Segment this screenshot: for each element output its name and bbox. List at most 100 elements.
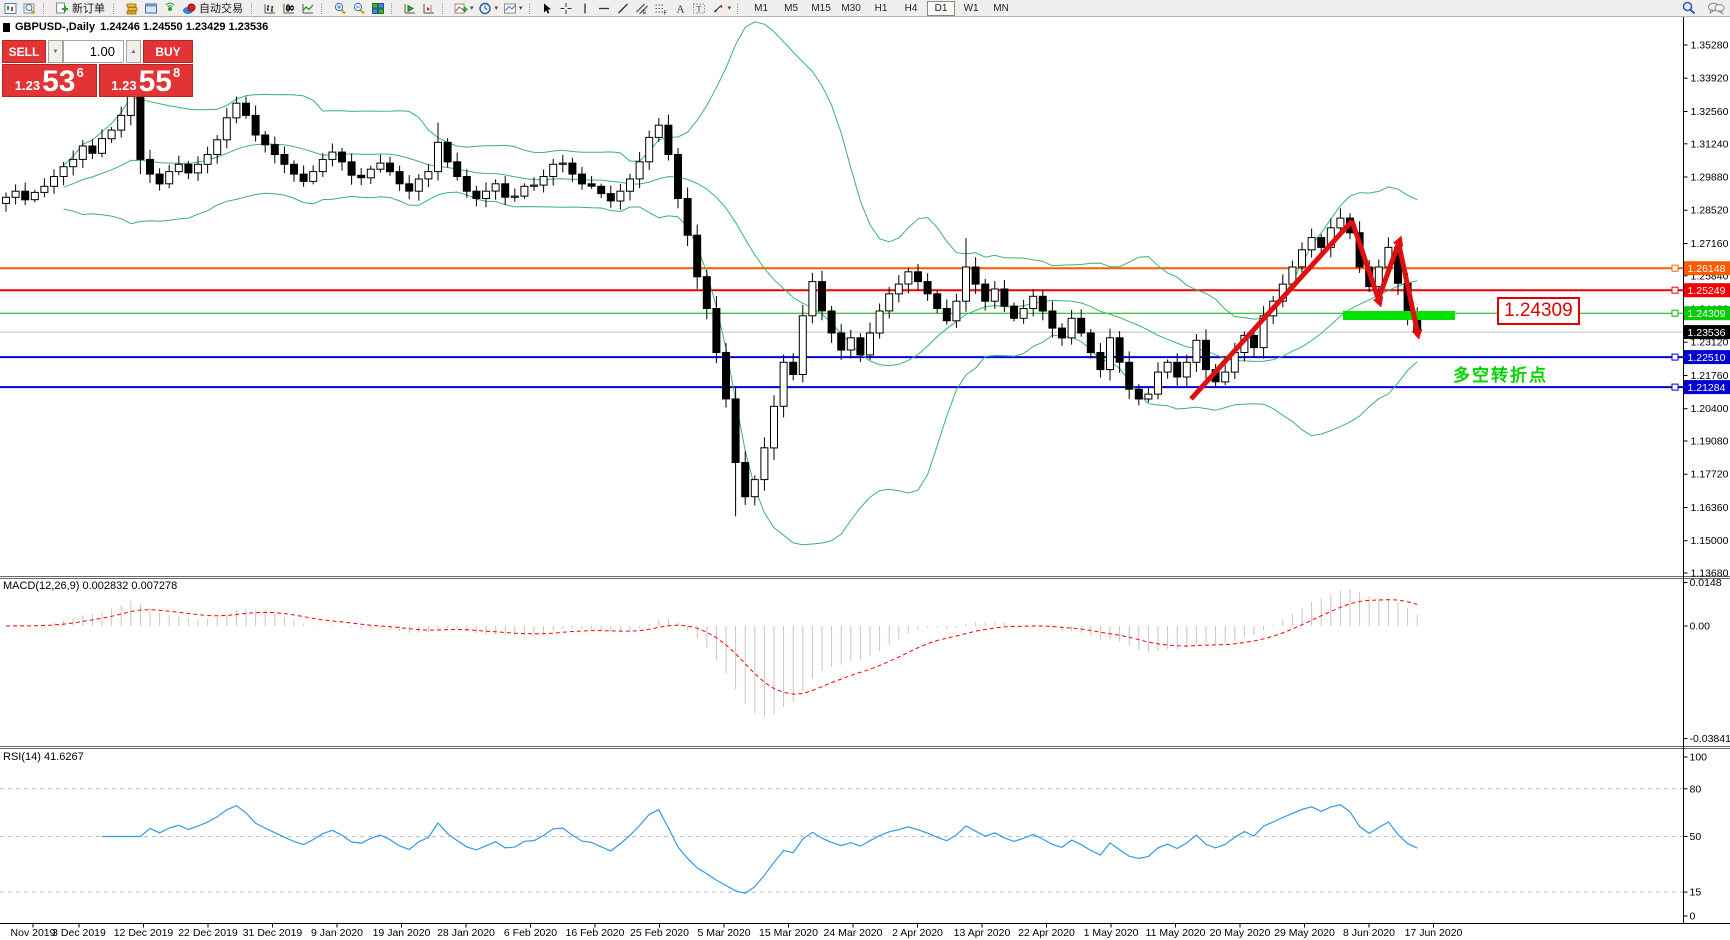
timeframe-button-mn[interactable]: MN	[987, 1, 1015, 16]
sell-button[interactable]: SELL	[2, 40, 46, 63]
candlestick-chart-icon[interactable]	[279, 1, 298, 15]
macd-label: MACD(12,26,9) 0.002832 0.007278	[3, 580, 177, 592]
rsi-label: RSI(14) 41.6267	[3, 751, 84, 763]
timeframe-button-h1[interactable]: H1	[867, 1, 895, 16]
toolbar-separator	[737, 3, 742, 14]
svg-text:1.27160: 1.27160	[1691, 238, 1729, 250]
sell-price-big: 53	[42, 69, 75, 95]
svg-text:1.15000: 1.15000	[1691, 535, 1729, 547]
svg-text:F: F	[664, 10, 668, 15]
toolbar-separator	[251, 3, 256, 14]
data-window-icon[interactable]	[141, 1, 160, 15]
toolbar-group-scroll	[399, 0, 439, 16]
svg-text:1.16360: 1.16360	[1691, 502, 1729, 514]
toolbar-group-zoom	[329, 0, 388, 16]
svg-text:24 Mar 2020: 24 Mar 2020	[824, 927, 883, 939]
toolbar-right-icons	[1679, 1, 1725, 15]
periods-icon[interactable]	[476, 1, 495, 15]
svg-text:1.22510: 1.22510	[1688, 352, 1726, 364]
timeframe-button-h4[interactable]: H4	[897, 1, 925, 16]
timeframe-button-m5[interactable]: M5	[777, 1, 805, 16]
zoom-in-icon[interactable]	[330, 1, 349, 15]
buy-button[interactable]: BUY	[143, 40, 193, 63]
svg-text:80: 80	[1690, 783, 1702, 795]
autotrade-icon[interactable]	[179, 1, 198, 15]
buy-price-big: 55	[139, 69, 172, 95]
new-order-label[interactable]: 新订单	[72, 0, 105, 16]
auto-scroll-icon[interactable]	[400, 1, 419, 15]
svg-text:1.33920: 1.33920	[1691, 73, 1729, 85]
svg-text:50: 50	[1690, 831, 1702, 843]
chart-window-icon[interactable]	[1, 1, 20, 15]
svg-text:1.35280: 1.35280	[1691, 40, 1729, 52]
arrow-tools-dropdown[interactable]: ▾	[728, 4, 732, 12]
zoom-window-icon[interactable]	[20, 1, 39, 15]
svg-text:-0.038415: -0.038415	[1690, 733, 1730, 745]
toolbar-separator	[391, 3, 396, 14]
svg-text:1.20400: 1.20400	[1691, 403, 1729, 415]
chart-canvas[interactable]: 1.352801.339201.325601.312401.298801.285…	[0, 0, 1730, 940]
arrow-tools-icon[interactable]	[709, 1, 728, 15]
timeframe-button-d1[interactable]: D1	[927, 1, 955, 16]
timeframe-button-m15[interactable]: M15	[807, 1, 835, 16]
svg-text:1.31240: 1.31240	[1691, 138, 1729, 150]
svg-text:0.0148: 0.0148	[1690, 577, 1722, 589]
trendline-icon[interactable]	[614, 1, 633, 15]
chart-shift-icon[interactable]	[419, 1, 438, 15]
timeframe-button-w1[interactable]: W1	[957, 1, 985, 16]
timeframe-button-m1[interactable]: M1	[747, 1, 775, 16]
volume-decrease-button[interactable]: ▼	[48, 40, 63, 63]
line-chart-icon[interactable]	[298, 1, 317, 15]
toolbar: 新订单 自动交易 ▾ ▾ ▾ E FAT ▾ M1M5M15M30H1H4D1W1MN	[0, 0, 1730, 17]
buy-price-quote[interactable]: 1.23558	[99, 64, 194, 97]
volume-input[interactable]: 1.00	[63, 40, 124, 63]
svg-text:31 Dec 2019: 31 Dec 2019	[243, 927, 303, 939]
tile-windows-icon[interactable]	[368, 1, 387, 15]
chat-icon[interactable]	[1706, 1, 1725, 15]
templates-icon[interactable]	[500, 1, 519, 15]
volume-increase-button[interactable]: ▲	[126, 40, 141, 63]
svg-text:3 Dec 2019: 3 Dec 2019	[52, 927, 106, 939]
toolbar-group-drawing: E FAT ▾	[537, 0, 735, 16]
vertical-line-icon[interactable]	[576, 1, 595, 15]
toolbar-group-chart-types	[259, 0, 318, 16]
svg-text:0.00: 0.00	[1690, 621, 1711, 633]
toolbar-group-order: 新订单	[51, 0, 110, 16]
fibonacci-icon[interactable]: F	[652, 1, 671, 15]
price-callout[interactable]: 1.24309	[1497, 297, 1580, 325]
sell-price-quote[interactable]: 1.23536	[2, 64, 97, 97]
svg-text:29 May 2020: 29 May 2020	[1274, 927, 1335, 939]
horizontal-line-icon[interactable]	[595, 1, 614, 15]
svg-text:20 May 2020: 20 May 2020	[1210, 927, 1271, 939]
templates-dropdown[interactable]: ▾	[519, 4, 523, 12]
timeframe-button-m30[interactable]: M30	[837, 1, 865, 16]
periods-dropdown[interactable]: ▾	[495, 4, 499, 12]
sell-price-pip: 6	[76, 65, 83, 80]
indicators-dropdown[interactable]: ▾	[470, 4, 474, 12]
svg-text:E: E	[643, 10, 647, 15]
autotrade-label[interactable]: 自动交易	[199, 0, 243, 16]
chart-symbol-period: GBPUSD-,Daily	[15, 21, 95, 33]
bar-chart-icon[interactable]	[260, 1, 279, 15]
svg-text:1.23536: 1.23536	[1688, 327, 1726, 339]
pivot-annotation[interactable]: 多空转折点	[1453, 361, 1548, 386]
svg-text:1.24309: 1.24309	[1688, 308, 1726, 320]
svg-text:22 Dec 2019: 22 Dec 2019	[178, 927, 238, 939]
navigator-icon[interactable]	[160, 1, 179, 15]
svg-text:1.28520: 1.28520	[1691, 205, 1729, 217]
buy-price-prefix: 1.23	[111, 78, 136, 94]
indicators-icon[interactable]	[451, 1, 470, 15]
svg-text:22 Apr 2020: 22 Apr 2020	[1018, 927, 1075, 939]
new-order-icon[interactable]	[52, 1, 71, 15]
text-label-icon[interactable]: T	[690, 1, 709, 15]
svg-text:9 Jan 2020: 9 Jan 2020	[311, 927, 363, 939]
svg-text:6 Feb 2020: 6 Feb 2020	[504, 927, 557, 939]
cursor-icon[interactable]	[538, 1, 557, 15]
equidistant-channel-icon[interactable]: E	[633, 1, 652, 15]
search-icon[interactable]	[1679, 1, 1698, 15]
svg-text:28 Jan 2020: 28 Jan 2020	[437, 927, 495, 939]
text-icon[interactable]: A	[671, 1, 690, 15]
crosshair-icon[interactable]	[557, 1, 576, 15]
market-watch-icon[interactable]	[122, 1, 141, 15]
zoom-out-icon[interactable]	[349, 1, 368, 15]
